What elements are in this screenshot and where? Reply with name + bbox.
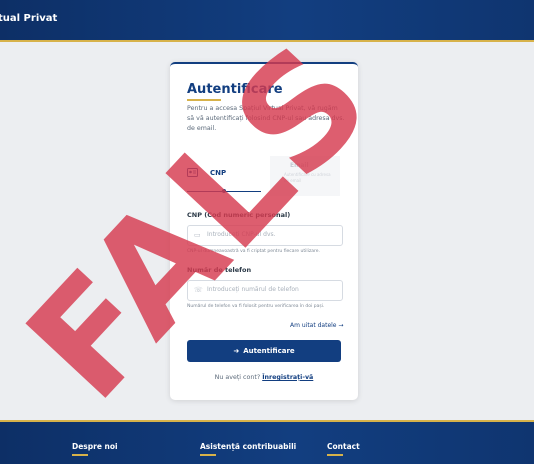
id-card-icon (187, 168, 198, 177)
forgot-link[interactable]: Am uitat datele → (290, 322, 343, 329)
register-link[interactable]: Înregistrați-vă (262, 374, 313, 381)
phone-icon: ☏ (194, 286, 203, 294)
register-prompt: Nu aveți cont? (214, 374, 261, 381)
tab-email-sublabel: Autentificare cu adresa de email (284, 172, 331, 183)
login-button[interactable]: ➜ Autentificare (187, 340, 341, 362)
page-title: Autentificare (187, 82, 283, 97)
login-button-label: Autentificare (243, 347, 295, 355)
cnp-hint: CNP-ul dumneavoastră va fi criptat pentr… (187, 249, 320, 254)
footer-contact-label: Contact (327, 442, 360, 451)
tab-cnp[interactable]: CNP (187, 160, 261, 192)
tab-cnp-label: CNP (210, 169, 227, 177)
footer-underline (72, 454, 88, 456)
top-bar: tual Privat (0, 0, 534, 42)
phone-hint: Numărul de telefon va fi folosit pentru … (187, 304, 325, 309)
brand-title[interactable]: tual Privat (0, 13, 57, 24)
footer-about-label: Despre noi (72, 442, 118, 451)
tab-email[interactable]: Email Autentificare cu adresa de email (270, 156, 340, 196)
footer-contact[interactable]: Contact (327, 442, 360, 456)
footer-underline (327, 454, 343, 456)
phone-label: Număr de telefon (187, 266, 252, 274)
active-tab-dot (222, 189, 226, 193)
tab-email-label: Email (290, 162, 309, 169)
footer-underline (200, 454, 216, 456)
id-card-icon: ▭ (194, 231, 201, 239)
footer-assistance-label: Asistență contribuabili (200, 442, 297, 451)
cnp-input[interactable]: ▭ Introduceți CNP-ul dvs. (187, 225, 343, 246)
title-underline (187, 99, 221, 101)
cnp-placeholder: Introduceți CNP-ul dvs. (207, 231, 276, 238)
footer: Despre noi Asistență contribuabili Conta… (0, 420, 534, 464)
phone-placeholder: Introduceți numărul de telefon (207, 286, 299, 293)
login-description: Pentru a accesa Spațiul Virtual Privat, … (187, 105, 345, 132)
login-icon: ➜ (233, 347, 240, 355)
phone-input[interactable]: ☏ Introduceți numărul de telefon (187, 280, 343, 301)
register-row: Nu aveți cont? Înregistrați-vă (170, 374, 358, 381)
cnp-label: CNP (Cod numeric personal) (187, 211, 291, 219)
footer-about[interactable]: Despre noi (72, 442, 118, 456)
footer-assistance[interactable]: Asistență contribuabili (200, 442, 297, 456)
login-card: Autentificare Pentru a accesa Spațiul Vi… (170, 62, 358, 400)
